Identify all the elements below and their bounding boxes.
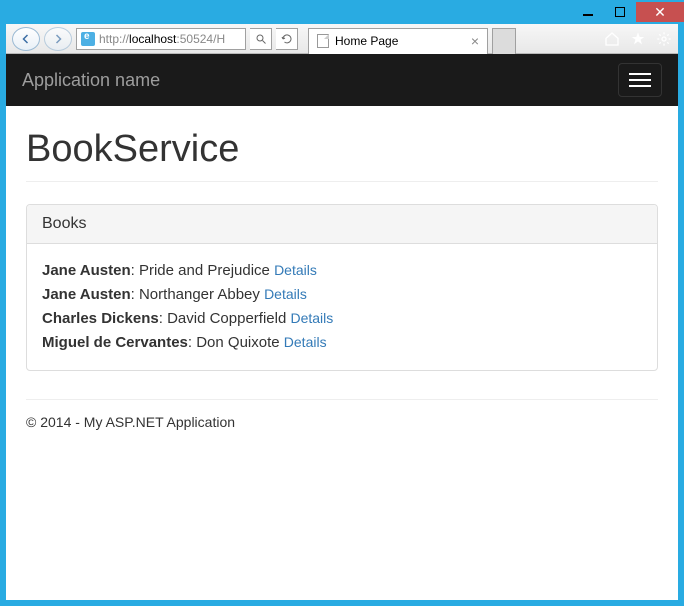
book-author: Jane Austen: [42, 286, 131, 303]
book-row: Jane Austen: Pride and Prejudice Details: [42, 259, 642, 283]
window-maximize-button[interactable]: [604, 2, 636, 22]
footer-text: © 2014 - My ASP.NET Application: [26, 414, 235, 430]
window-close-button[interactable]: ✕: [636, 2, 684, 22]
window-minimize-button[interactable]: [572, 2, 604, 22]
home-icon[interactable]: [604, 31, 620, 47]
details-link[interactable]: Details: [264, 286, 307, 302]
page-viewport: Application name BookService Books Jane …: [6, 54, 678, 600]
arrow-right-icon: [52, 33, 64, 45]
book-title: : David Copperfield: [159, 310, 291, 327]
book-title: : Pride and Prejudice: [131, 262, 274, 279]
details-link[interactable]: Details: [284, 334, 327, 350]
star-icon[interactable]: [630, 31, 646, 47]
details-link[interactable]: Details: [290, 310, 333, 326]
page-icon: [317, 34, 329, 48]
arrow-left-icon: [20, 33, 32, 45]
page-title: BookService: [26, 128, 658, 182]
books-panel: Books Jane Austen: Pride and Prejudice D…: [26, 204, 658, 371]
search-icon: [255, 33, 267, 45]
back-button[interactable]: [12, 27, 40, 51]
browser-toolbar: http://localhost:50524/H Home Page ×: [6, 24, 678, 54]
details-link[interactable]: Details: [274, 262, 317, 278]
address-bar[interactable]: http://localhost:50524/H: [76, 28, 246, 50]
new-tab-button[interactable]: [492, 28, 516, 54]
book-title: : Don Quixote: [188, 334, 284, 351]
book-author: Miguel de Cervantes: [42, 334, 188, 351]
footer: © 2014 - My ASP.NET Application: [26, 399, 658, 444]
search-button[interactable]: [250, 28, 272, 50]
refresh-icon: [281, 33, 293, 45]
book-title: : Northanger Abbey: [131, 286, 264, 303]
window-titlebar: ✕: [0, 0, 684, 24]
book-author: Jane Austen: [42, 262, 131, 279]
book-row: Miguel de Cervantes: Don Quixote Details: [42, 331, 642, 355]
books-list: Jane Austen: Pride and Prejudice Details…: [27, 244, 657, 370]
refresh-button[interactable]: [276, 28, 298, 50]
tab-title: Home Page: [335, 34, 398, 48]
url-text: http://localhost:50524/H: [99, 32, 225, 46]
panel-heading: Books: [27, 205, 657, 244]
menu-toggle-button[interactable]: [618, 63, 662, 97]
book-row: Jane Austen: Northanger Abbey Details: [42, 283, 642, 307]
hamburger-icon: [629, 73, 651, 75]
browser-tab[interactable]: Home Page ×: [308, 28, 488, 54]
app-brand[interactable]: Application name: [22, 70, 160, 91]
book-row: Charles Dickens: David Copperfield Detai…: [42, 307, 642, 331]
book-author: Charles Dickens: [42, 310, 159, 327]
app-navbar: Application name: [6, 54, 678, 106]
gear-icon[interactable]: [656, 31, 672, 47]
page-body: BookService Books Jane Austen: Pride and…: [6, 106, 678, 454]
forward-button[interactable]: [44, 27, 72, 51]
browser-right-icons: [604, 31, 672, 47]
ie-icon: [81, 32, 95, 46]
tab-close-button[interactable]: ×: [471, 34, 479, 48]
